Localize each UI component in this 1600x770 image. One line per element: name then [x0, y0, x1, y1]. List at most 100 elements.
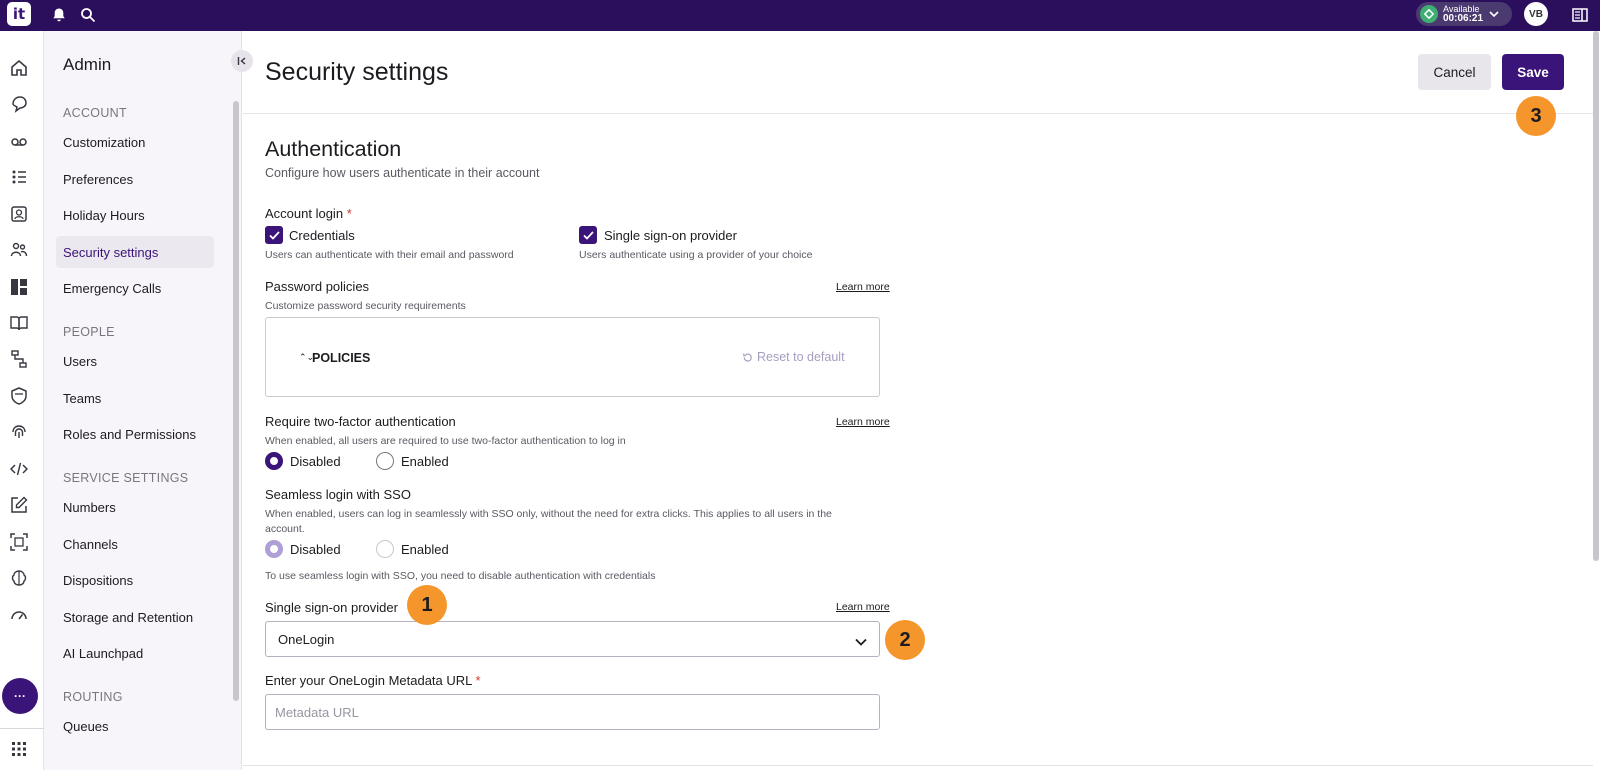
password-policies-help: Customize password security requirements — [265, 300, 466, 312]
sidebar-item-teams[interactable]: Teams — [56, 382, 214, 414]
sidebar-item-storage-retention[interactable]: Storage and Retention — [56, 601, 214, 633]
workflow-icon[interactable] — [8, 348, 30, 370]
seamless-disabled-radio[interactable] — [265, 540, 283, 558]
credentials-checkbox[interactable] — [265, 226, 283, 244]
two-factor-label: Require two-factor authentication — [265, 414, 456, 429]
availability-status[interactable]: Available 00:06:21 — [1416, 2, 1512, 26]
team-icon[interactable] — [8, 239, 30, 261]
cancel-button[interactable]: Cancel — [1418, 54, 1491, 90]
sidebar-item-users[interactable]: Users — [56, 345, 214, 377]
bell-icon[interactable] — [49, 5, 69, 25]
section-service-settings: SERVICE SETTINGS — [63, 471, 189, 485]
two-factor-help: When enabled, all users are required to … — [265, 435, 626, 447]
metadata-url-label: Enter your OneLogin Metadata URL * — [265, 673, 481, 688]
sidebar-item-preferences[interactable]: Preferences — [56, 163, 214, 195]
credentials-help: Users can authenticate with their email … — [265, 249, 514, 261]
available-status-icon — [1420, 5, 1438, 23]
two-factor-disabled-label[interactable]: Disabled — [290, 454, 341, 469]
header-divider — [243, 113, 1593, 114]
sso-provider-value: OneLogin — [278, 631, 335, 647]
icon-rail: ··· — [0, 31, 44, 770]
seamless-enabled-radio[interactable] — [376, 540, 394, 558]
sso-provider-label: Single sign-on provider — [265, 600, 398, 615]
edit-icon[interactable] — [8, 494, 30, 516]
code-icon[interactable] — [8, 458, 30, 480]
sidebar-item-numbers[interactable]: Numbers — [56, 491, 214, 523]
seamless-note: To use seamless login with SSO, you need… — [265, 570, 656, 582]
shield-icon[interactable] — [8, 385, 30, 407]
app-logo[interactable]: it — [7, 2, 31, 26]
authentication-subtitle: Configure how users authenticate in thei… — [265, 166, 540, 180]
page-title: Security settings — [265, 58, 449, 86]
required-mark: * — [475, 673, 481, 688]
sidebar-item-queues[interactable]: Queues — [56, 710, 214, 742]
app-grid-icon[interactable] — [8, 738, 30, 760]
password-policies-label: Password policies — [265, 279, 370, 294]
search-icon[interactable] — [78, 5, 98, 25]
screen-capture-icon[interactable] — [8, 531, 30, 553]
bottom-divider — [243, 765, 1593, 766]
annotation-badge-2: 2 — [885, 620, 925, 660]
rail-divider — [0, 728, 44, 729]
sidebar-scrollbar[interactable] — [233, 101, 239, 701]
credentials-label[interactable]: Credentials — [289, 228, 355, 243]
sso-checkbox[interactable] — [579, 226, 597, 244]
seamless-help-line-2: account. — [265, 523, 305, 535]
conversations-icon[interactable] — [8, 93, 30, 115]
sidebar-item-dispositions[interactable]: Dispositions — [56, 564, 214, 596]
main-content: Security settings Cancel Save Authentica… — [243, 31, 1599, 770]
sidebar-item-customization[interactable]: Customization — [56, 126, 214, 158]
dashboard-icon[interactable] — [8, 276, 30, 298]
seamless-help-line-1: When enabled, users can log in seamlessl… — [265, 508, 832, 520]
chevron-down-icon — [855, 634, 867, 649]
sidebar-item-channels[interactable]: Channels — [56, 528, 214, 560]
two-factor-enabled-radio[interactable] — [376, 452, 394, 470]
password-policies-learn-more[interactable]: Learn more — [836, 281, 890, 293]
main-scrollbar[interactable] — [1593, 31, 1599, 561]
sso-checkbox-label[interactable]: Single sign-on provider — [604, 228, 737, 243]
sidebar-item-security-settings[interactable]: Security settings — [56, 236, 214, 268]
section-people: PEOPLE — [63, 325, 115, 339]
top-bar: it Available 00:06:21 VB — [0, 0, 1600, 31]
two-factor-learn-more[interactable]: Learn more — [836, 416, 890, 428]
annotation-badge-3: 3 — [1516, 96, 1556, 136]
save-button[interactable]: Save — [1502, 54, 1564, 90]
more-apps-button[interactable]: ··· — [2, 678, 38, 714]
sidebar-item-ai-launchpad[interactable]: AI Launchpad — [56, 637, 214, 669]
gauge-icon[interactable] — [8, 604, 30, 626]
check-icon — [268, 230, 280, 240]
account-login-label: Account login * — [265, 206, 352, 221]
ai-brain-icon[interactable] — [8, 567, 30, 589]
reset-icon — [743, 352, 752, 362]
seamless-login-label: Seamless login with SSO — [265, 487, 411, 502]
list-icon[interactable] — [8, 166, 30, 188]
home-icon[interactable] — [8, 57, 30, 79]
metadata-url-input[interactable] — [265, 694, 880, 730]
sidebar-item-roles-permissions[interactable]: Roles and Permissions — [56, 418, 214, 450]
seamless-enabled-label[interactable]: Enabled — [401, 542, 449, 557]
knowledge-base-icon[interactable] — [8, 312, 30, 334]
policies-toggle[interactable]: POLICIES — [312, 351, 370, 365]
sso-provider-select[interactable]: OneLogin — [265, 621, 880, 657]
two-factor-enabled-label[interactable]: Enabled — [401, 454, 449, 469]
status-timer: 00:06:21 — [1443, 13, 1484, 24]
contacts-icon[interactable] — [8, 203, 30, 225]
fingerprint-icon[interactable] — [8, 421, 30, 443]
sidebar-title: Admin — [63, 55, 112, 74]
sidebar-item-emergency-calls[interactable]: Emergency Calls — [56, 272, 214, 304]
user-avatar[interactable]: VB — [1524, 2, 1548, 26]
section-account: ACCOUNT — [63, 106, 127, 120]
two-factor-disabled-radio[interactable] — [265, 452, 283, 470]
sso-provider-learn-more[interactable]: Learn more — [836, 601, 890, 613]
annotation-badge-1: 1 — [407, 585, 447, 625]
reset-to-default-button[interactable]: Reset to default — [742, 350, 845, 364]
authentication-heading: Authentication — [265, 137, 402, 161]
required-mark: * — [346, 206, 352, 221]
sidebar-item-holiday-hours[interactable]: Holiday Hours — [56, 199, 214, 231]
section-routing: ROUTING — [63, 690, 123, 704]
sso-help: Users authenticate using a provider of y… — [579, 249, 813, 261]
chevron-down-icon — [1489, 5, 1499, 23]
side-panel-icon[interactable] — [1570, 5, 1590, 25]
voicemail-icon[interactable] — [8, 130, 30, 152]
seamless-disabled-label[interactable]: Disabled — [290, 542, 341, 557]
